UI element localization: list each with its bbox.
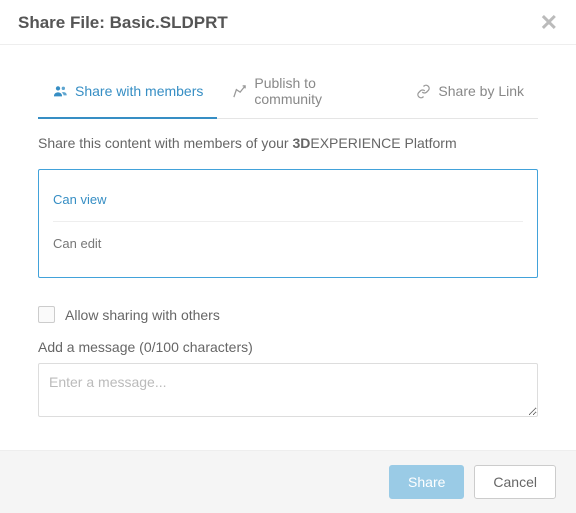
link-icon xyxy=(415,83,431,99)
tab-label: Publish to community xyxy=(254,75,387,107)
permission-row-edit: Can edit xyxy=(53,222,523,265)
tab-publish-community[interactable]: Publish to community xyxy=(217,65,401,119)
dialog-title: Share File: Basic.SLDPRT xyxy=(18,13,228,33)
permission-edit-input[interactable] xyxy=(153,234,523,253)
permission-edit-label: Can edit xyxy=(53,236,153,251)
share-dialog: Share File: Basic.SLDPRT ✕ Share with me… xyxy=(0,0,576,513)
close-icon[interactable]: ✕ xyxy=(540,12,558,34)
dialog-header: Share File: Basic.SLDPRT ✕ xyxy=(0,0,576,45)
cancel-button[interactable]: Cancel xyxy=(474,465,556,499)
message-input[interactable] xyxy=(38,363,538,417)
publish-icon xyxy=(231,83,247,99)
permission-view-input[interactable] xyxy=(153,190,523,209)
tab-label: Share by Link xyxy=(438,83,524,99)
permission-view-label: Can view xyxy=(53,192,153,207)
message-label: Add a message (0/100 characters) xyxy=(38,339,538,355)
dialog-body: Share with members Publish to community … xyxy=(0,45,576,450)
allow-sharing-label: Allow sharing with others xyxy=(65,307,220,323)
tab-share-link[interactable]: Share by Link xyxy=(401,65,538,119)
members-icon xyxy=(52,83,68,99)
allow-sharing-row: Allow sharing with others xyxy=(38,306,538,323)
dialog-footer: Share Cancel xyxy=(0,450,576,513)
permissions-box: Can view Can edit xyxy=(38,169,538,278)
share-subtitle: Share this content with members of your … xyxy=(38,135,538,151)
share-button[interactable]: Share xyxy=(389,465,464,499)
tabs: Share with members Publish to community … xyxy=(38,65,538,119)
tab-label: Share with members xyxy=(75,83,203,99)
allow-sharing-checkbox[interactable] xyxy=(38,306,55,323)
tab-share-members[interactable]: Share with members xyxy=(38,65,217,119)
permission-row-view: Can view xyxy=(53,178,523,222)
